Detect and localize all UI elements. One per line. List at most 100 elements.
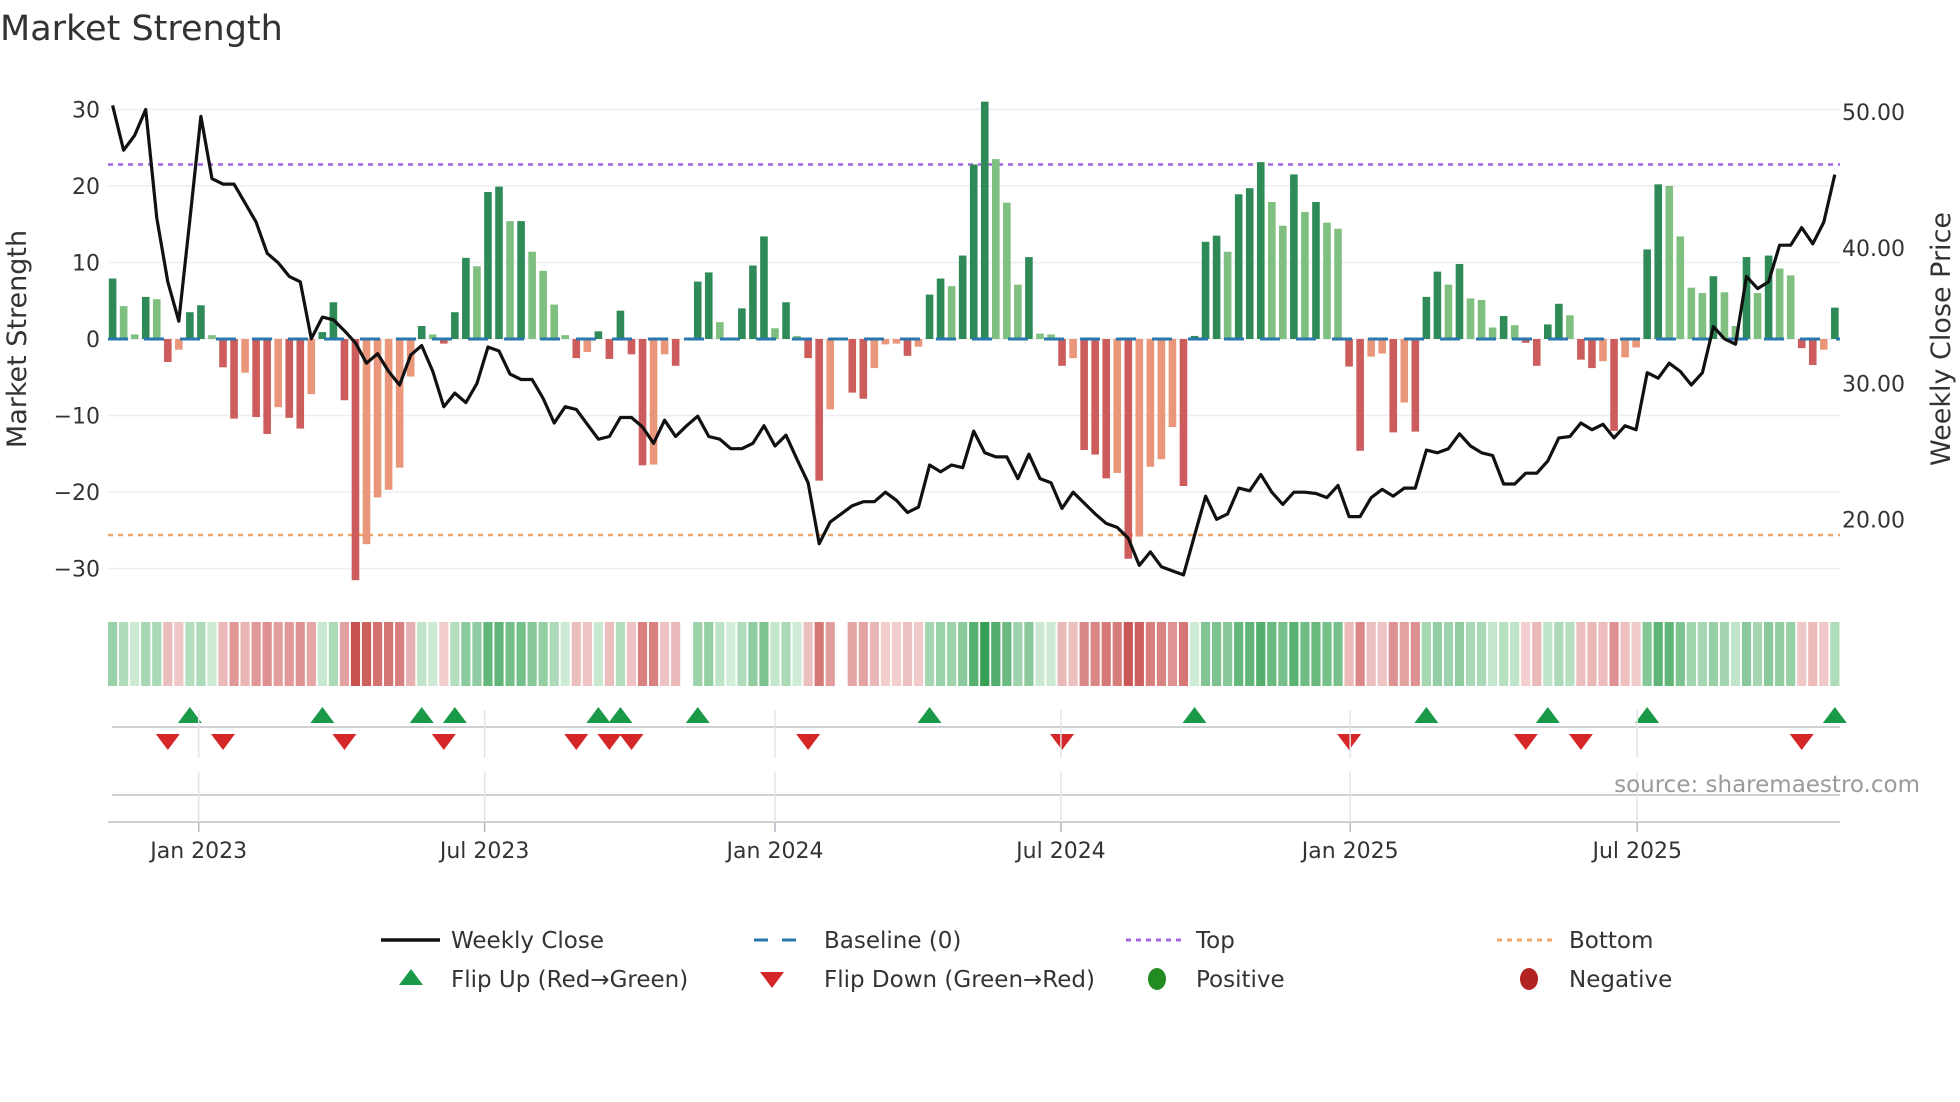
heat-strip-cell — [472, 622, 482, 686]
heat-strip-cell — [1311, 622, 1321, 686]
legend-item-positive: Positive — [1148, 967, 1285, 993]
heat-strip-cell — [1278, 622, 1288, 686]
heat-strip-cell — [417, 622, 427, 686]
strength-bar — [1268, 201, 1276, 339]
heat-strip-cell — [1587, 622, 1597, 686]
heat-strip-cell — [1167, 622, 1178, 686]
heat-strip-cell — [1454, 622, 1465, 686]
heat-strip-cell — [626, 622, 637, 686]
strength-bar — [1698, 293, 1707, 339]
strength-bar — [1345, 339, 1353, 367]
legend-item-baseline: Baseline (0) — [754, 928, 961, 954]
heat-strip-cell — [1752, 622, 1763, 686]
legend-item-weekly-close: Weekly Close — [381, 928, 604, 954]
strength-bar — [119, 306, 128, 339]
strength-bar — [1334, 228, 1342, 339]
heat-strip-cell — [1410, 622, 1420, 686]
heat-strip-cell — [637, 622, 648, 686]
strength-bar — [108, 278, 117, 339]
heat-strip-cell — [284, 622, 294, 686]
heat-strip-cell — [1764, 622, 1774, 686]
flip-down-marker-icon — [564, 734, 589, 750]
heat-strip-cell — [1068, 622, 1078, 686]
strength-bar — [1466, 298, 1475, 339]
strength-bar — [1069, 339, 1077, 359]
heat-strip-cell — [317, 622, 327, 686]
strength-bar — [384, 339, 393, 490]
flip-down-marker-icon — [1337, 734, 1362, 750]
strength-bar — [473, 266, 481, 339]
flip-up-marker-icon — [442, 707, 467, 723]
strength-bar — [815, 339, 823, 481]
strength-bar — [307, 339, 316, 395]
heat-strip-cell — [461, 622, 471, 686]
strength-bar — [285, 339, 294, 418]
strength-bar — [848, 339, 857, 393]
strength-bar — [1444, 284, 1453, 339]
strength-bar — [627, 339, 636, 355]
strength-bar — [992, 159, 1000, 339]
heat-strip-cell — [803, 622, 813, 686]
strength-bar — [1179, 339, 1188, 486]
heat-strip-cell — [1819, 622, 1829, 686]
heat-strip-cell — [1675, 622, 1685, 686]
market-strength-chart: Market Strength 30 20 10 0 −10 −20 −30 50.00 40… — [0, 9, 1957, 993]
legend-item-flip-up: Flip Up (Red→Green) — [399, 967, 688, 993]
heat-strip-cell — [615, 622, 626, 686]
heat-strip-cell — [1344, 622, 1354, 686]
heat-strip-cell — [350, 622, 361, 686]
strength-bar — [241, 339, 249, 373]
heat-strip-cell — [715, 622, 725, 686]
strength-bar — [738, 308, 746, 339]
heat-strip-cell — [1730, 622, 1741, 686]
strength-bar — [1820, 339, 1828, 350]
strength-bar — [1378, 339, 1386, 354]
legend-label: Weekly Close — [451, 928, 604, 954]
strength-bar — [1356, 339, 1364, 451]
heat-strip-cell — [814, 622, 824, 686]
heat-strip-cell — [1664, 622, 1674, 686]
heat-strip-cell — [108, 622, 118, 686]
left-axis-title: Market Strength — [2, 230, 33, 448]
heat-strip-cell — [726, 622, 736, 686]
strength-bar — [340, 339, 349, 401]
strength-bar — [980, 101, 989, 339]
flip-up-marker-icon — [917, 707, 942, 723]
strength-bar — [230, 339, 238, 419]
heat-strip-cell — [251, 622, 261, 686]
right-axis-title: Weekly Close Price — [1926, 212, 1957, 466]
heat-strip-cell — [1830, 622, 1840, 686]
heat-strip-cell — [229, 622, 239, 686]
strength-bar — [1201, 241, 1210, 339]
strength-bar — [760, 236, 768, 339]
heat-strip-cell — [660, 622, 670, 686]
strength-bar — [395, 339, 404, 468]
flip-up-marker-icon — [1535, 707, 1560, 723]
heat-strip-cell — [1223, 622, 1233, 686]
strength-bar — [947, 286, 956, 339]
strength-bar — [506, 221, 514, 339]
heat-strip-cell — [328, 622, 338, 686]
x-axis: Jan 2023 Jul 2023 Jan 2024 Jul 2024 Jan 2025… — [108, 710, 1840, 864]
heat-strip-cell — [406, 622, 416, 686]
heat-strip-cell — [770, 622, 780, 686]
heat-strip-cell — [869, 622, 879, 686]
strength-bar — [1588, 339, 1596, 369]
strength-bar — [925, 294, 934, 339]
heat-strip-cell — [1377, 622, 1387, 686]
flip-up-marker-icon — [586, 707, 611, 723]
y-tick-label: −20 — [54, 481, 100, 506]
heat-strip-cell — [1079, 622, 1089, 686]
strength-bar — [1245, 188, 1254, 339]
strength-bar — [1014, 284, 1022, 339]
heat-strip-cell — [218, 622, 228, 686]
legend-label: Negative — [1569, 967, 1672, 993]
x-tick-label: Jan 2025 — [1300, 839, 1399, 864]
heat-strip-cell — [1399, 622, 1409, 686]
strength-bar — [186, 312, 194, 339]
heat-strip-cell — [560, 622, 570, 686]
chart-title: Market Strength — [0, 9, 283, 49]
heat-strip-cell — [494, 622, 504, 686]
y-tick-label: 0 — [86, 328, 100, 353]
heat-strip-cell — [384, 622, 394, 686]
